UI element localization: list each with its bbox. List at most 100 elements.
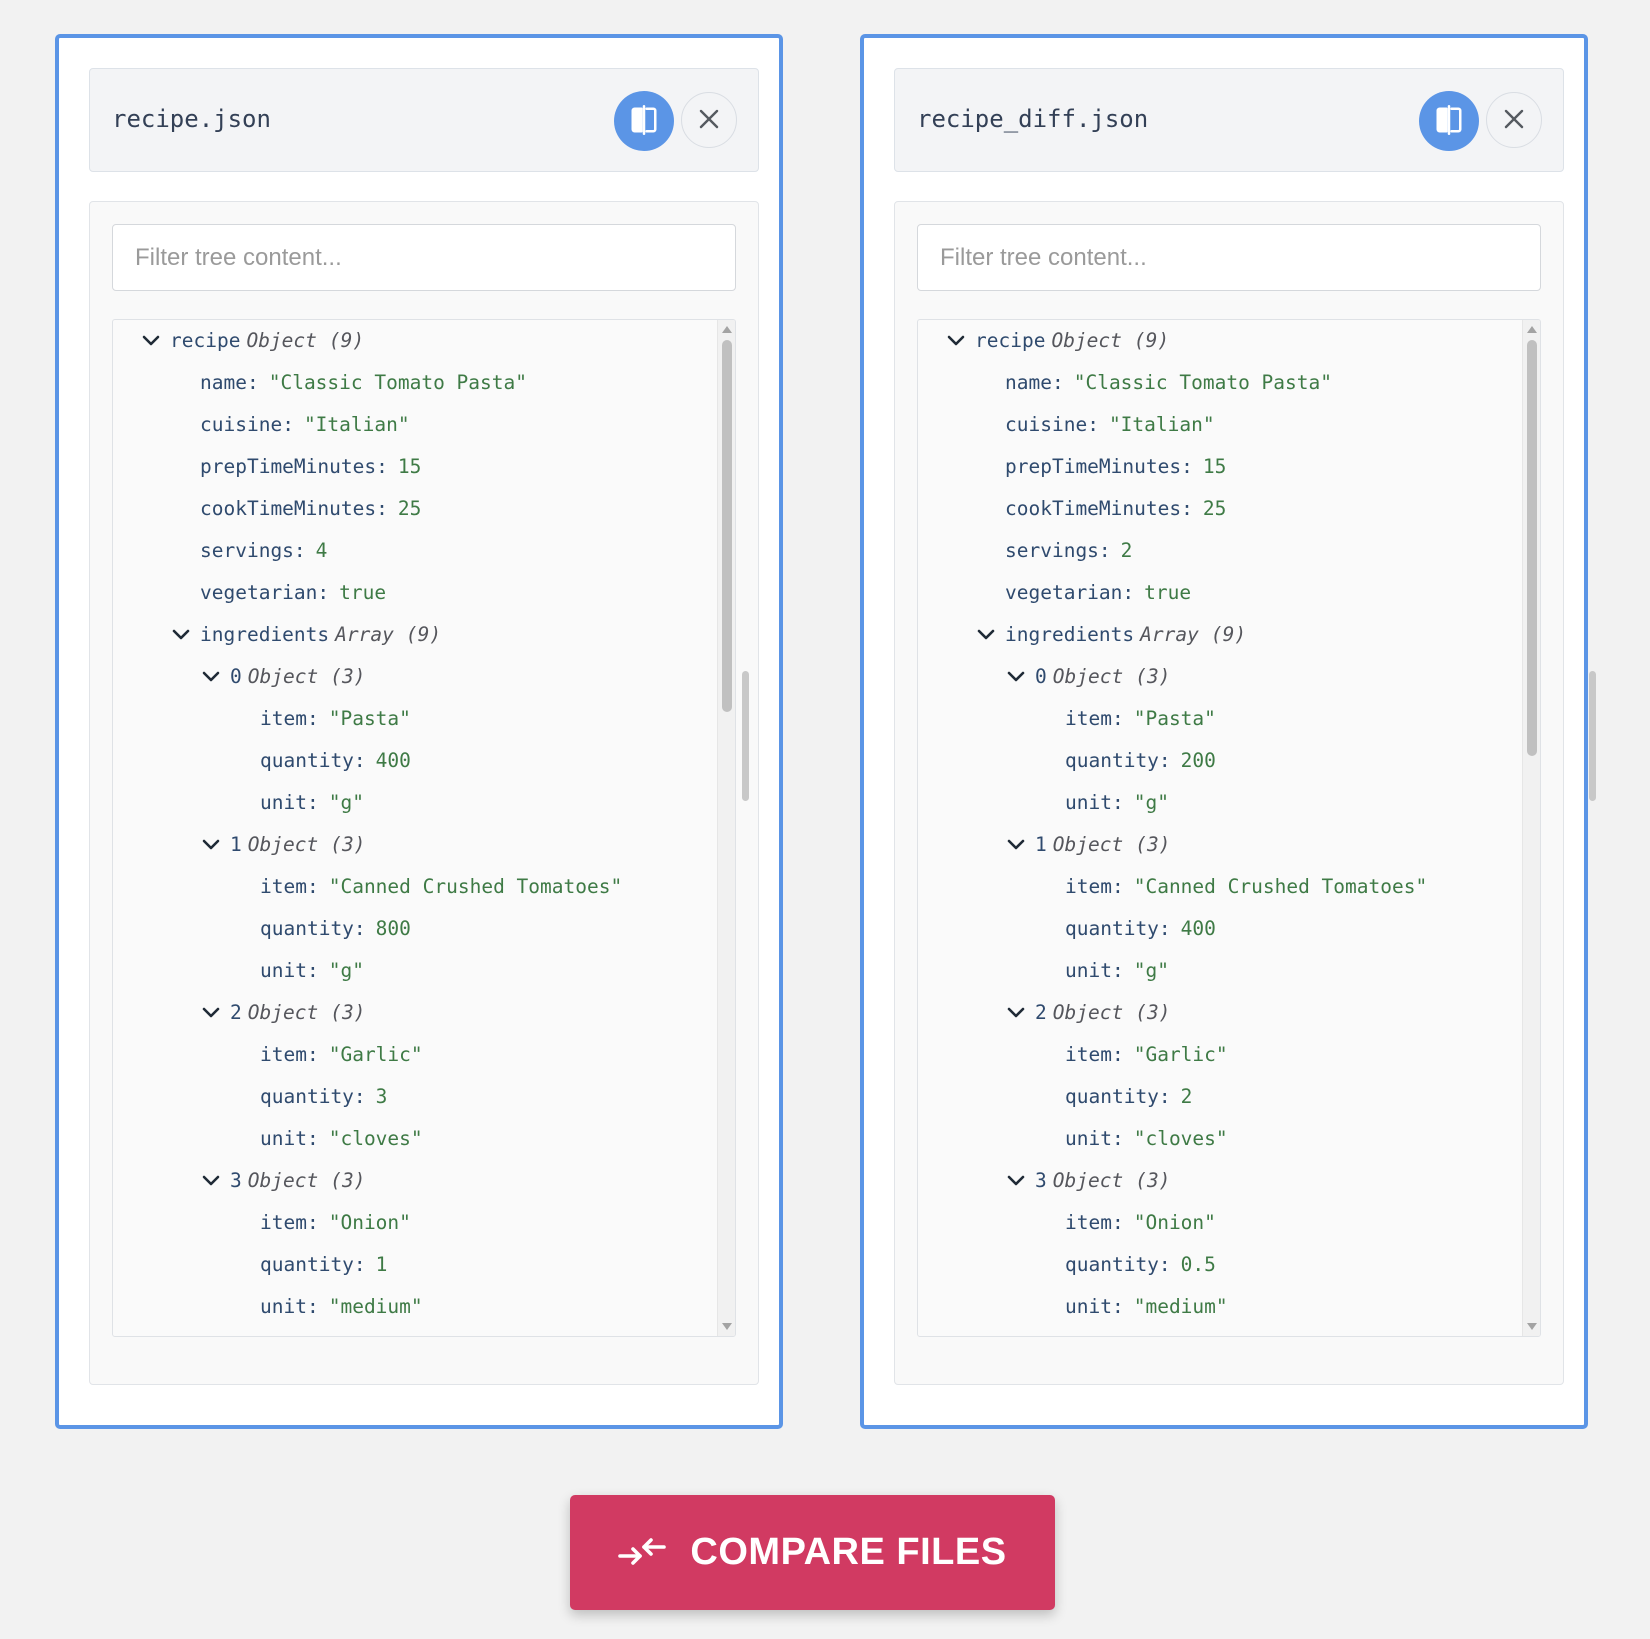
tree-node[interactable]: recipe Object (9) <box>918 320 1518 362</box>
tree-separator: : <box>1181 497 1193 520</box>
tree-count: (9) <box>405 623 442 646</box>
tree-row-content: item: "Canned Crushed Tomatoes" <box>260 866 622 908</box>
tree-value: "medium" <box>328 1295 423 1318</box>
close-button[interactable] <box>1486 92 1542 148</box>
swap-panels-button[interactable] <box>614 91 674 151</box>
tree-value: "Garlic" <box>1133 1043 1228 1066</box>
chevron-down-icon[interactable] <box>138 320 164 362</box>
tree-value: "Garlic" <box>328 1043 423 1066</box>
tree-value: 200 <box>1180 749 1216 772</box>
chevron-down-icon[interactable] <box>943 320 969 362</box>
scrollbar[interactable] <box>717 320 735 1336</box>
tree-node[interactable]: 1 Object (3) <box>918 824 1518 866</box>
tree-row-content: ingredients Array (9) <box>1005 614 1246 656</box>
close-button[interactable] <box>681 92 737 148</box>
tree-leaf: item: "Canned Crushed Tomatoes" <box>918 866 1518 908</box>
tree-card: recipeObject(9)name:"Classic Tomato Past… <box>89 201 759 1385</box>
tree-node[interactable]: 2 Object (3) <box>918 992 1518 1034</box>
tree-key: prepTimeMinutes <box>1005 455 1182 478</box>
chevron-down-icon[interactable] <box>198 656 224 698</box>
tree-row-content: 2 Object (3) <box>230 992 365 1034</box>
tree-node[interactable]: 0 Object (3) <box>918 656 1518 698</box>
json-tree-view[interactable]: recipe Object (9) name: "Classic Tomato Past… <box>917 319 1541 1337</box>
tree-key: servings <box>200 539 294 562</box>
scrollbar[interactable] <box>1522 320 1540 1336</box>
tree-key: unit <box>1065 1127 1112 1150</box>
chevron-down-icon[interactable] <box>198 992 224 1034</box>
compare-files-button[interactable]: COMPARE FILES <box>570 1495 1055 1610</box>
tree-row-content: 0 Object (3) <box>1035 656 1170 698</box>
tree-leaf: quantity: 800 <box>113 908 713 950</box>
tree-node[interactable]: 3 Object (3) <box>113 1160 713 1202</box>
tree-key: unit <box>260 791 307 814</box>
chevron-down-icon[interactable] <box>1003 1160 1029 1202</box>
tree-value: 15 <box>1202 455 1227 478</box>
tree-row-content: recipe Object (9) <box>975 320 1169 362</box>
chevron-down-icon[interactable] <box>1003 992 1029 1034</box>
scroll-up-arrow[interactable] <box>722 326 732 333</box>
tree-count: (3) <box>330 1169 366 1192</box>
tree-key: quantity <box>260 749 354 772</box>
tree-node[interactable]: 2 Object (3) <box>113 992 713 1034</box>
scrollbar-thumb[interactable] <box>1527 340 1537 756</box>
tree-node[interactable]: ingredients Array (9) <box>918 614 1518 656</box>
tree-row-content: unit: "g" <box>260 950 364 992</box>
filter-input[interactable] <box>917 224 1541 291</box>
tree-value: "cloves" <box>1133 1127 1228 1150</box>
tree-key: ingredients <box>200 623 330 646</box>
tree-key: quantity <box>1065 749 1159 772</box>
resize-handle[interactable] <box>1589 671 1596 801</box>
tree-key: quantity <box>1065 1085 1159 1108</box>
scrollbar-thumb[interactable] <box>722 340 732 712</box>
tree-separator: : <box>306 791 319 814</box>
tree-count: (3) <box>330 1001 366 1024</box>
tree-key: quantity <box>1065 917 1159 940</box>
tree-type: Object <box>247 1001 319 1024</box>
chevron-down-icon[interactable] <box>198 824 224 866</box>
tree-node[interactable]: 0 Object (3) <box>113 656 713 698</box>
tree-key: item <box>260 707 307 730</box>
scroll-down-arrow[interactable] <box>1527 1323 1537 1330</box>
tree-value: 4 <box>315 539 328 562</box>
chevron-down-icon[interactable] <box>1003 824 1029 866</box>
tree-separator: : <box>306 1127 319 1150</box>
tree-value: 0.5 <box>1180 1253 1216 1276</box>
tree-type: Object <box>247 665 319 688</box>
tree-node[interactable]: 3 Object (3) <box>918 1160 1518 1202</box>
tree-leaf: unit: "cloves" <box>113 1118 713 1160</box>
tree-key: 1 <box>230 833 242 856</box>
tree-separator: : <box>306 959 319 982</box>
filter-input[interactable] <box>112 224 736 291</box>
chevron-down-icon[interactable] <box>973 614 999 656</box>
tree-node[interactable]: 1 Object (3) <box>113 824 713 866</box>
tree-count: (3) <box>1135 833 1171 856</box>
tree-separator: : <box>317 581 330 604</box>
tree-node[interactable]: recipe Object (9) <box>113 320 713 362</box>
tree-node[interactable]: ingredients Array (9) <box>113 614 713 656</box>
tree-key: name <box>200 371 247 394</box>
scroll-down-arrow[interactable] <box>722 1323 732 1330</box>
chevron-down-icon[interactable] <box>198 1160 224 1202</box>
tree-separator: : <box>1051 371 1064 394</box>
tree-separator: : <box>1158 749 1171 772</box>
tree-count: (3) <box>1135 1001 1171 1024</box>
swap-panels-button[interactable] <box>1419 91 1479 151</box>
tree-leaf: item: "Pasta" <box>918 698 1518 740</box>
tree-row-content: unit: "g" <box>1065 782 1169 824</box>
tree-row-content: vegetarian: true <box>200 572 386 614</box>
close-icon <box>1502 107 1526 134</box>
tree-separator: : <box>376 455 388 478</box>
chevron-down-icon[interactable] <box>1003 656 1029 698</box>
tree-value: 2 <box>1180 1085 1193 1108</box>
json-tree-view[interactable]: recipe Object (9) name: "Classic Tomato Past… <box>112 319 736 1337</box>
tree-value: "Onion" <box>328 1211 411 1234</box>
scroll-up-arrow[interactable] <box>1527 326 1537 333</box>
tree-key: quantity <box>1065 1253 1159 1276</box>
tree-key: item <box>260 875 307 898</box>
chevron-down-icon[interactable] <box>168 614 194 656</box>
resize-handle[interactable] <box>742 671 749 801</box>
tree-separator: : <box>1111 959 1124 982</box>
tree-row-content: item: "Pasta" <box>260 698 411 740</box>
tree-leaf: unit: "medium" <box>113 1286 713 1328</box>
close-icon <box>697 107 721 134</box>
